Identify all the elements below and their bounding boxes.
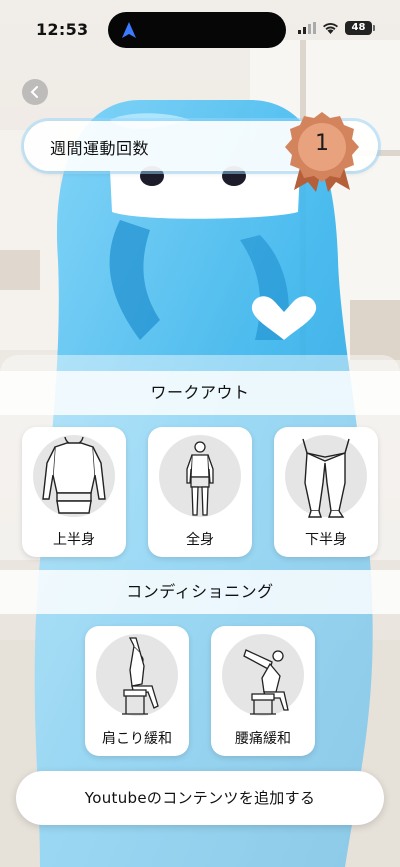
back-stretch-icon [243, 649, 289, 715]
dynamic-island [108, 12, 286, 48]
card-upper-body[interactable]: 上半身 [22, 427, 126, 557]
card-full-body[interactable]: 全身 [148, 427, 252, 557]
location-arrow-icon [122, 22, 136, 38]
status-bar: 12:53 48 [0, 0, 400, 58]
card-label: 下半身 [305, 532, 347, 548]
full-body-icon [186, 441, 214, 516]
lower-body-icon [302, 438, 350, 518]
battery-icon: 48 [345, 21, 375, 35]
upper-body-icon [42, 436, 106, 514]
status-time: 12:53 [36, 20, 89, 39]
card-label: 肩こり緩和 [102, 731, 172, 747]
workout-section-title: ワークアウト [0, 371, 400, 415]
shoulder-stretch-icon [122, 637, 159, 715]
card-label: 全身 [186, 532, 214, 548]
signal-bars-icon [298, 22, 316, 34]
card-lower-body[interactable]: 下半身 [274, 427, 378, 557]
weekly-count: 1 [315, 131, 329, 156]
add-youtube-content-button[interactable]: Youtubeのコンテンツを追加する [16, 771, 384, 825]
card-shoulder-relief[interactable]: 肩こり緩和 [85, 626, 189, 756]
card-label: 腰痛緩和 [235, 731, 291, 747]
status-icons: 48 [298, 21, 375, 35]
back-button[interactable] [22, 79, 48, 105]
card-label: 上半身 [53, 532, 95, 548]
chevron-left-icon [30, 86, 38, 98]
weekly-exercise-label: 週間運動回数 [50, 139, 150, 158]
conditioning-section-title: コンディショニング [0, 570, 400, 614]
wifi-icon [323, 23, 338, 34]
card-back-relief[interactable]: 腰痛緩和 [211, 626, 315, 756]
